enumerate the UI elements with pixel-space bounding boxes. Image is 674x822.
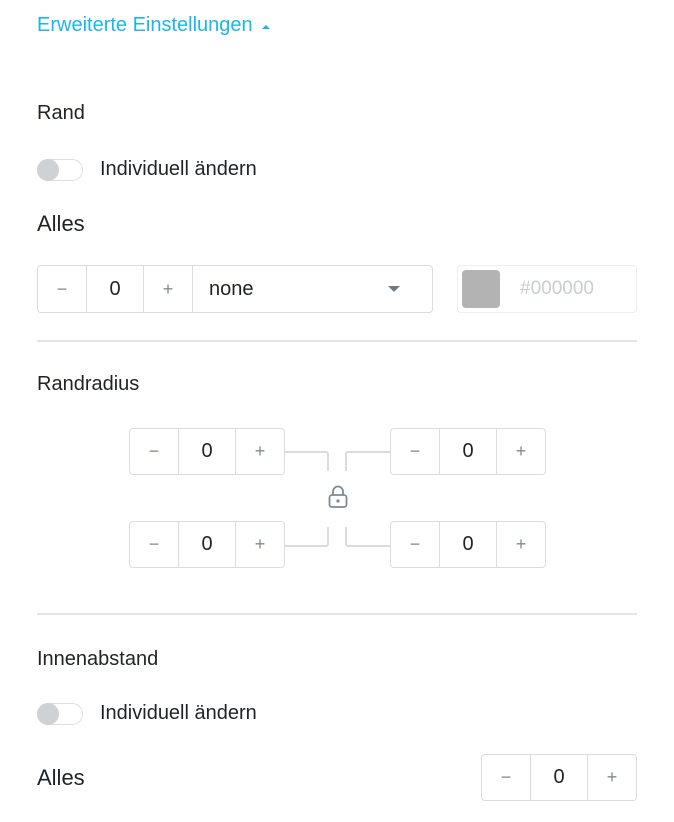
advanced-settings-toggle[interactable]: Erweiterte Einstellungen [37,14,270,37]
radius-top-right-value[interactable]: 0 [439,429,497,474]
radius-top-left-decrement-button[interactable]: − [130,429,178,474]
radius-top-right-stepper: − 0 + [390,428,546,475]
lock-icon[interactable] [327,484,349,510]
padding-all-stepper: − 0 + [481,754,637,801]
border-individual-toggle-label: Individuell ändern [100,158,257,180]
padding-increment-button[interactable]: + [588,755,636,800]
section-divider [37,613,637,615]
connector-bottom-left [285,527,329,547]
border-all-label: Alles [37,211,85,236]
border-width-value[interactable]: 0 [86,266,144,312]
padding-value[interactable]: 0 [530,755,588,800]
connector-top-right [345,451,390,471]
border-color-field[interactable] [520,278,620,300]
border-style-selected: none [209,277,254,300]
radius-bottom-right-decrement-button[interactable]: − [391,522,439,567]
radius-bottom-left-value[interactable]: 0 [178,522,236,567]
connector-bottom-right [345,527,390,547]
radius-top-left-stepper: − 0 + [129,428,285,475]
border-width-increment-button[interactable]: + [144,266,192,312]
advanced-settings-label: Erweiterte Einstellungen [37,14,253,36]
border-color-input-group [457,265,637,313]
border-style-select[interactable]: none [192,266,432,312]
border-width-style-control: − 0 + none [37,265,433,313]
radius-bottom-right-value[interactable]: 0 [439,522,497,567]
radius-section-title: Randradius [37,373,140,395]
border-individual-toggle[interactable] [37,158,83,181]
radius-top-left-value[interactable]: 0 [178,429,236,474]
section-divider [37,340,637,342]
toggle-knob [37,158,59,181]
border-individual-toggle-row: Individuell ändern [37,158,257,181]
padding-individual-toggle-row: Individuell ändern [37,702,257,725]
radius-top-left-increment-button[interactable]: + [236,429,284,474]
connector-top-left [285,451,329,471]
border-width-decrement-button[interactable]: − [38,266,86,312]
padding-decrement-button[interactable]: − [482,755,530,800]
chevron-down-icon [388,286,400,292]
padding-individual-toggle[interactable] [37,702,83,725]
padding-all-label: Alles [37,765,85,790]
radius-top-right-increment-button[interactable]: + [497,429,545,474]
radius-bottom-right-stepper: − 0 + [390,521,546,568]
toggle-knob [37,702,59,725]
caret-up-icon [261,24,270,29]
radius-bottom-left-decrement-button[interactable]: − [130,522,178,567]
radius-bottom-right-increment-button[interactable]: + [497,522,545,567]
radius-bottom-left-increment-button[interactable]: + [236,522,284,567]
radius-bottom-left-stepper: − 0 + [129,521,285,568]
radius-top-right-decrement-button[interactable]: − [391,429,439,474]
border-section-title: Rand [37,102,85,124]
padding-individual-toggle-label: Individuell ändern [100,702,257,724]
padding-section-title: Innenabstand [37,648,159,670]
border-color-swatch[interactable] [462,270,500,308]
